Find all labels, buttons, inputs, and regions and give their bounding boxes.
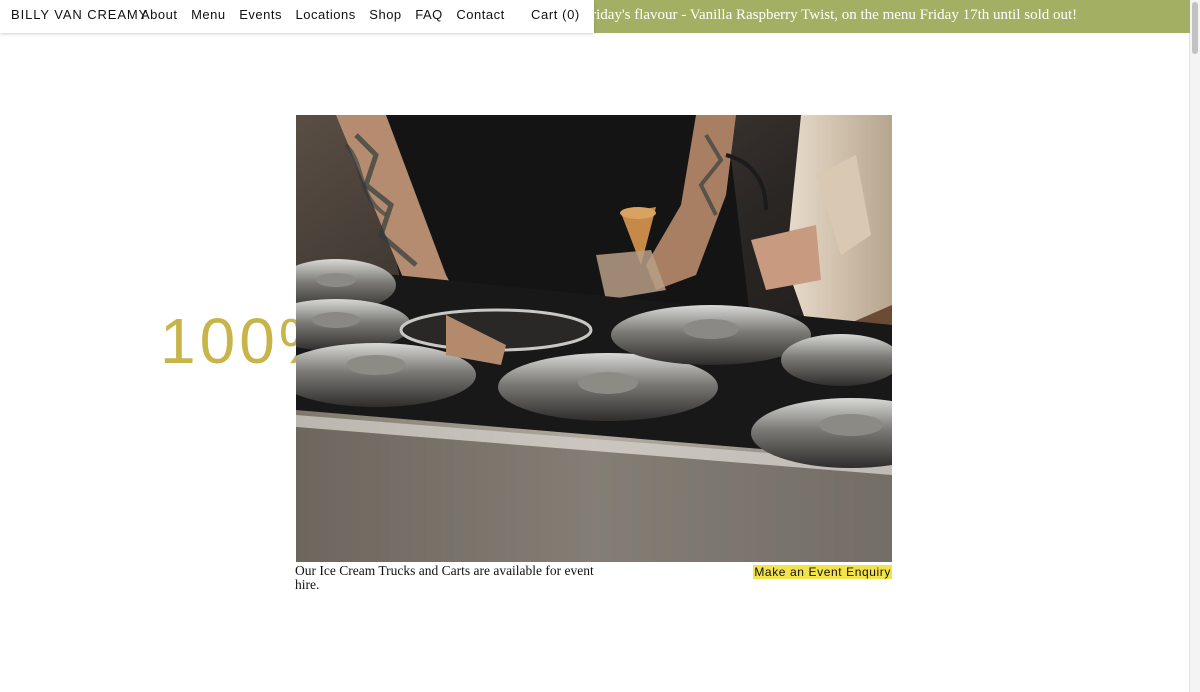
- brand-logo-link[interactable]: BILLY VAN CREAMY: [11, 7, 148, 22]
- nav-link-contact[interactable]: Contact: [456, 7, 504, 22]
- nav-link-locations[interactable]: Locations: [296, 7, 356, 22]
- event-enquiry-link[interactable]: Make an Event Enquiry: [753, 565, 892, 579]
- scrollbar-thumb[interactable]: [1192, 2, 1198, 54]
- ticker-message: Friday's flavour - Vanilla Raspberry Twi…: [594, 7, 1078, 23]
- nav-link-about[interactable]: About: [141, 7, 177, 22]
- cart-link[interactable]: Cart (0): [531, 7, 580, 22]
- hero-caption: Our Ice Cream Trucks and Carts are avail…: [295, 563, 594, 592]
- nav-link-faq[interactable]: FAQ: [415, 7, 443, 22]
- page-scrollbar[interactable]: [1189, 0, 1200, 692]
- announcement-ticker: Friday's flavour - Vanilla Raspberry Twi…: [594, 0, 1190, 33]
- top-nav-bar: BILLY VAN CREAMY About Menu Events Locat…: [0, 0, 594, 33]
- hero-photo: [296, 115, 892, 562]
- nav-link-events[interactable]: Events: [239, 7, 282, 22]
- nav-links: About Menu Events Locations Shop FAQ Con…: [141, 7, 518, 22]
- ticker-track: Friday's flavour - Vanilla Raspberry Twi…: [594, 7, 1097, 24]
- nav-link-menu[interactable]: Menu: [191, 7, 226, 22]
- nav-link-shop[interactable]: Shop: [369, 7, 401, 22]
